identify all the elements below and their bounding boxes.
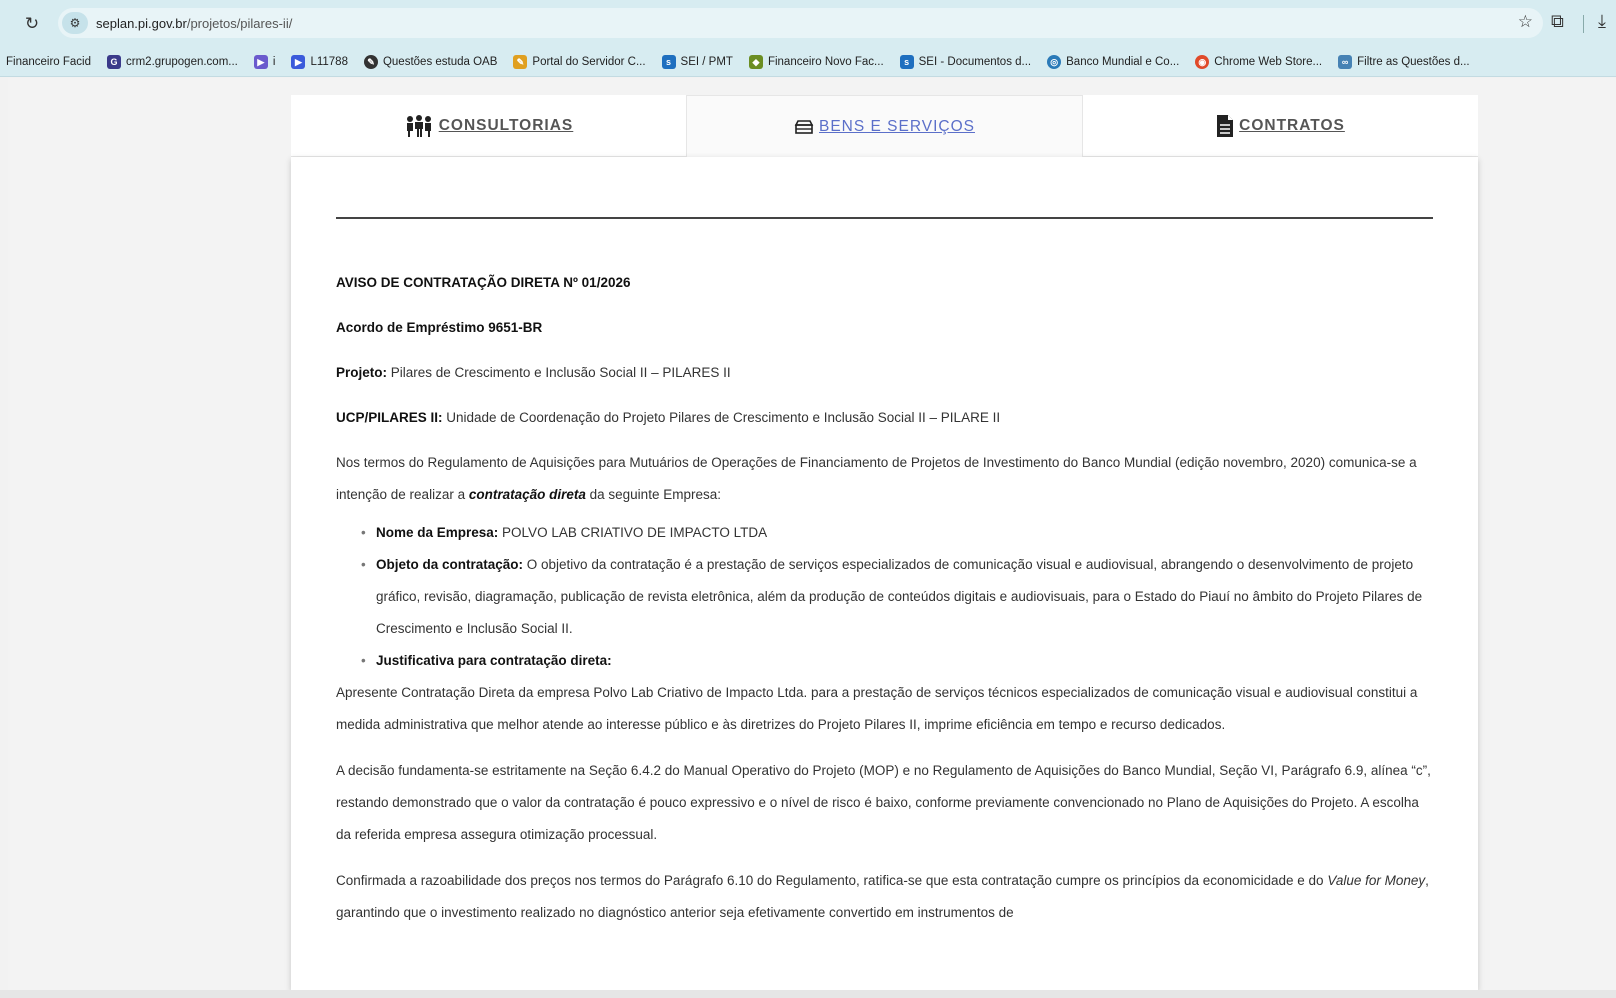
justification-paragraph: Apresente Contratação Direta da empresa … <box>336 685 1418 732</box>
site-info-icon[interactable]: ⚙ <box>62 12 88 34</box>
project-line: Projeto: Pilares de Crescimento e Inclus… <box>336 357 1433 389</box>
ucp-value: Unidade de Coordenação do Projeto Pilare… <box>442 410 1001 425</box>
item-value: POLVO LAB CRIATIVO DE IMPACTO LTDA <box>498 525 768 540</box>
list-item: Objeto da contratação: O objetivo da con… <box>361 549 1433 645</box>
bookmark-favicon-icon: ▶ <box>291 54 306 69</box>
intro-text-end: da seguinte Empresa: <box>585 487 721 502</box>
bookmark-label: Portal do Servidor C... <box>532 55 646 68</box>
confirmation-text: Confirmada a razoabilidade dos preços no… <box>336 873 1328 888</box>
bookmark-favicon-icon: ▶ <box>253 54 268 69</box>
bookmark-item[interactable]: ▶ i <box>253 54 276 69</box>
url-host: seplan.pi.gov.br <box>96 15 187 31</box>
bookmark-favicon-icon: s <box>899 54 914 69</box>
company-details-list: Nome da Empresa: POLVO LAB CRIATIVO DE I… <box>336 517 1433 677</box>
tab-contratos[interactable]: CONTRATOS <box>1083 95 1478 157</box>
bookmark-label: Chrome Web Store... <box>1214 55 1323 68</box>
address-bar[interactable]: ⚙ seplan.pi.gov.br/projetos/pilares-ii/ … <box>58 8 1543 38</box>
url-text: seplan.pi.gov.br/projetos/pilares-ii/ <box>96 16 292 31</box>
intro-paragraph: Nos termos do Regulamento de Aquisições … <box>336 447 1433 511</box>
document-icon <box>1216 114 1234 138</box>
bookmark-item[interactable]: ✎ Portal do Servidor C... <box>513 54 646 69</box>
bookmark-label: Filtre as Questões d... <box>1357 55 1470 68</box>
ucp-label: UCP/PILARES II: <box>336 410 443 425</box>
tab-bens-servicos-label: BENS E SERVIÇOS <box>819 117 975 135</box>
item-label: Justificativa para contratação direta: <box>376 653 612 668</box>
bookmark-label: Financeiro Facid <box>6 55 92 68</box>
bookmark-label: L11788 <box>310 55 348 68</box>
bookmark-item[interactable]: s SEI - Documentos d... <box>899 54 1032 69</box>
bookmark-item[interactable]: ✎ Questões estuda OAB <box>363 54 498 69</box>
bookmark-item[interactable]: s SEI / PMT <box>661 54 733 69</box>
content-card: AVISO DE CONTRATAÇÃO DIRETA Nº 01/2026 A… <box>291 157 1478 990</box>
tab-consultorias-label: CONSULTORIAS <box>438 116 574 134</box>
bookmark-favicon-icon: ◉ <box>1195 54 1210 69</box>
bookmark-favicon-icon: ✎ <box>513 54 528 69</box>
ucp-line: UCP/PILARES II: Unidade de Coordenação d… <box>336 402 1433 434</box>
bookmarks-bar: Financeiro Facid Gcrm2.grupogen.com... ▶… <box>0 47 1616 77</box>
bookmark-item[interactable]: ◉ Chrome Web Store... <box>1195 54 1323 69</box>
browser-toolbar: ↻ ⚙ seplan.pi.gov.br/projetos/pilares-ii… <box>0 0 1616 47</box>
tab-consultorias[interactable]: CONSULTORIAS <box>291 95 686 157</box>
tab-bar: CONSULTORIAS BENS E SERVIÇOS CONTRATOS <box>291 95 1478 157</box>
extensions-icon[interactable]: ⧉ <box>1551 11 1564 32</box>
download-icon[interactable]: ⤓ <box>1598 11 1606 32</box>
bookmark-item[interactable]: Gcrm2.grupogen.com... <box>107 54 238 69</box>
bookmark-label: Questões estuda OAB <box>382 55 498 68</box>
decision-paragraph: A decisão fundamenta-se estritamente na … <box>336 763 1431 842</box>
bookmark-label: Banco Mundial e Co... <box>1066 55 1180 68</box>
bookmark-label: SEI - Documentos d... <box>918 55 1032 68</box>
item-value: O objetivo da contratação é a prestação … <box>376 557 1423 636</box>
bookmark-favicon-icon: ∞ <box>1338 54 1353 69</box>
bookmark-item[interactable]: Financeiro Facid <box>6 56 91 68</box>
bookmark-favicon-icon: ◎ <box>1047 54 1062 69</box>
bookmark-favicon-icon: ✎ <box>363 54 378 69</box>
bookmark-item[interactable]: ◆ Financeiro Novo Fac... <box>748 54 884 69</box>
bookmark-item[interactable]: ◎ Banco Mundial e Co... <box>1047 54 1180 69</box>
project-value: Pilares de Crescimento e Inclusão Social… <box>387 365 731 380</box>
intro-emphasis: contratação direta <box>468 487 586 502</box>
bookmark-favicon-icon: G <box>107 54 122 69</box>
tab-contratos-label: CONTRATOS <box>1239 116 1345 134</box>
box-icon <box>794 119 814 135</box>
bookmark-label: crm2.grupogen.com... <box>126 55 238 68</box>
project-label: Projeto: <box>336 365 388 380</box>
confirmation-emphasis: Value for Money <box>1327 873 1426 888</box>
item-label: Objeto da contratação: <box>376 557 524 572</box>
item-label: Nome da Empresa: <box>376 525 499 540</box>
toolbar-divider <box>1583 15 1584 33</box>
bookmark-label: SEI / PMT <box>680 55 733 68</box>
bookmark-label: Financeiro Novo Fac... <box>767 55 884 68</box>
bookmark-star-icon[interactable]: ☆ <box>1518 12 1533 32</box>
reload-icon[interactable]: ↻ <box>20 12 44 36</box>
tab-bens-servicos[interactable]: BENS E SERVIÇOS <box>686 95 1083 157</box>
bookmark-favicon-icon: ◆ <box>748 54 763 69</box>
people-icon <box>404 114 434 137</box>
confirmation-paragraph: Confirmada a razoabilidade dos preços no… <box>336 865 1433 929</box>
bookmark-favicon-icon: s <box>661 54 676 69</box>
divider <box>336 217 1433 219</box>
list-item: Justificativa para contratação direta: <box>361 645 1433 677</box>
bookmark-item[interactable]: ∞ Filtre as Questões d... <box>1338 54 1470 69</box>
bookmark-item[interactable]: ▶ L11788 <box>291 54 348 69</box>
notice-content: AVISO DE CONTRATAÇÃO DIRETA Nº 01/2026 A… <box>336 267 1433 943</box>
loan-agreement: Acordo de Empréstimo 9651-BR <box>336 320 543 335</box>
horizontal-scrollbar[interactable] <box>0 990 1616 998</box>
url-path: /projetos/pilares-ii/ <box>186 15 293 31</box>
bookmark-label: i <box>272 55 276 68</box>
list-item: Nome da Empresa: POLVO LAB CRIATIVO DE I… <box>361 517 1433 549</box>
notice-title: AVISO DE CONTRATAÇÃO DIRETA Nº 01/2026 <box>336 275 631 290</box>
